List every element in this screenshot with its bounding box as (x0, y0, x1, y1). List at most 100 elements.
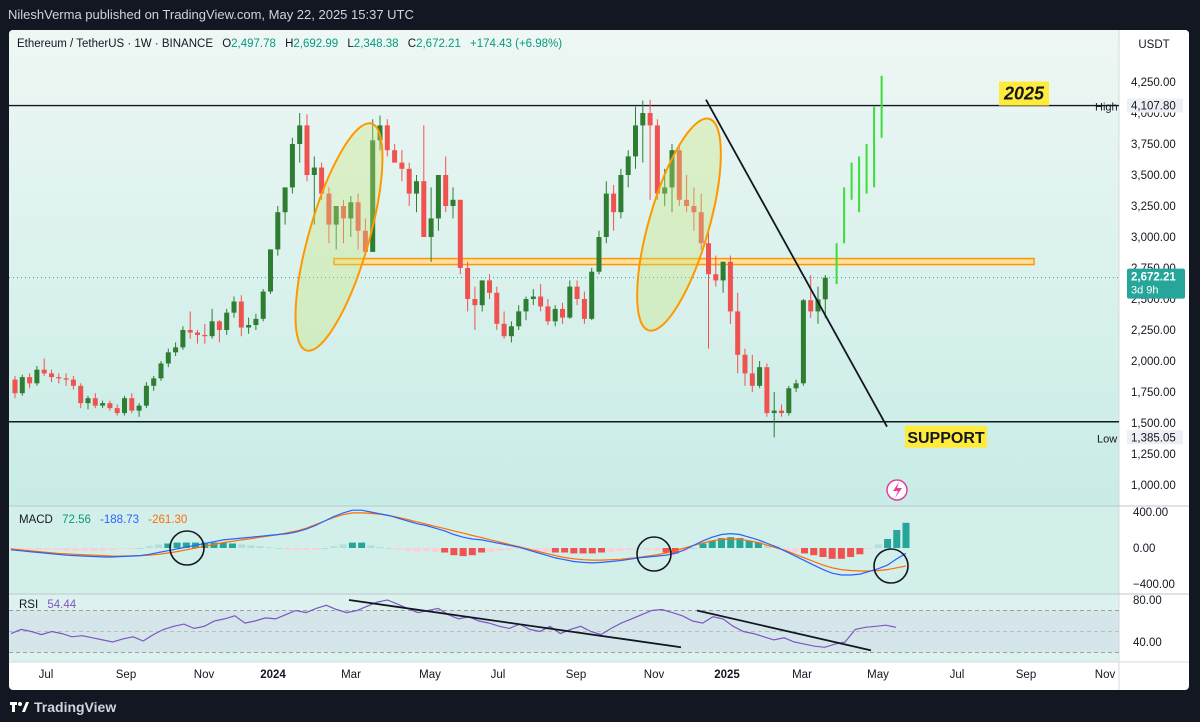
candle-body (538, 296, 544, 307)
high-label: H (285, 38, 293, 50)
candle-body (107, 403, 113, 409)
candle-body (173, 347, 179, 353)
macd-histogram-bar (25, 548, 33, 550)
macd-histogram-bar (81, 548, 89, 551)
candle-body (202, 334, 208, 337)
candle-body (611, 193, 617, 213)
rsi-label: RSI (19, 599, 38, 611)
macd-histogram-bar (865, 548, 873, 549)
candle-body (494, 292, 500, 324)
price-tick-label: 1,000.00 (1131, 480, 1176, 492)
macd-histogram-bar (847, 548, 855, 557)
candle-body (289, 144, 295, 188)
macd-histogram-bar (902, 522, 910, 548)
candle-body (187, 330, 193, 333)
macd-tick-label: −400.00 (1133, 579, 1175, 591)
symbol-title: Ethereum / TetherUS · 1W · BINANCE (17, 38, 213, 50)
candle-body (435, 175, 441, 219)
macd-histogram-bar (293, 548, 301, 550)
candle-body (545, 306, 551, 322)
macd-histogram-bar (53, 548, 61, 550)
candle-body (530, 296, 536, 299)
macd-histogram-bar (127, 548, 135, 549)
price-tick-label: 2,000.00 (1131, 356, 1176, 368)
macd-histogram-bar (99, 548, 107, 551)
candle-body (129, 398, 135, 411)
low-label: Low (1097, 433, 1117, 445)
macd-histogram-bar (551, 548, 559, 553)
candle-body (560, 308, 565, 318)
candle-body (122, 398, 127, 414)
rsi-value: 54.44 (47, 599, 76, 611)
footer-bar: TradingView (0, 692, 1200, 722)
currency-label[interactable]: USDT (1138, 39, 1169, 51)
price-tick-label: 1,750.00 (1131, 387, 1176, 399)
macd-histogram-bar (819, 548, 827, 557)
candle-body (633, 125, 638, 157)
time-axis[interactable]: Jul Sep Nov 2024 Mar May Jul Sep Nov 2025 Mar May Ju… (39, 669, 1116, 681)
candle-body (713, 274, 719, 281)
macd-histogram-bar (478, 548, 486, 553)
macd-histogram-bar (653, 548, 661, 551)
high-value: 2,692.99 (293, 38, 338, 50)
candle-body (567, 286, 573, 318)
time-axis-label: Jul (491, 669, 506, 681)
open-label: O (222, 38, 231, 50)
macd-legend: MACD 72.56 -188.73 -261.30 (19, 514, 187, 526)
candle-body (552, 308, 558, 322)
macd-histogram-bar (247, 545, 255, 548)
candle-body (472, 299, 478, 306)
macd-histogram-bar (431, 548, 439, 552)
candle-body (19, 377, 25, 394)
macd-histogram-bar (35, 548, 43, 550)
time-axis-label: Nov (644, 669, 665, 681)
candle-body (180, 330, 186, 348)
chart-svg[interactable]: Ethereum / TetherUS · 1W · BINANCE O2,49… (9, 30, 1189, 690)
macd-histogram-bar (367, 545, 375, 548)
candle-body (479, 280, 485, 306)
macd-histogram-bar (422, 548, 430, 551)
candle-body (246, 325, 252, 328)
candle-body (209, 321, 215, 337)
candle-body (143, 385, 149, 406)
candle-body (428, 218, 434, 237)
macd-histogram-bar (570, 548, 578, 554)
candle-body (56, 377, 62, 379)
time-axis-label: Mar (341, 669, 361, 681)
macd-histogram-bar (828, 548, 836, 559)
candle-body (158, 363, 164, 379)
support-label: SUPPORT (907, 430, 985, 447)
macd-histogram-bar (385, 548, 393, 549)
candle-body (421, 181, 427, 237)
macd-tick-label: 0.00 (1133, 543, 1155, 555)
macd-histogram-bar (44, 548, 52, 550)
macd-histogram-bar (810, 548, 818, 556)
candle-body (465, 268, 471, 299)
candle-body (603, 193, 609, 237)
macd-histogram-bar (339, 544, 347, 548)
candle-body (596, 237, 602, 272)
candle-body (114, 408, 120, 414)
candle-body (297, 125, 303, 144)
macd-histogram-bar (90, 548, 98, 551)
candle-body (516, 311, 522, 327)
candle-body (757, 367, 763, 386)
time-axis-label: 2024 (260, 669, 286, 681)
macd-histogram-bar (542, 548, 550, 552)
time-axis-label: Jul (950, 669, 965, 681)
macd-histogram-bar (561, 548, 569, 553)
candle-body (311, 167, 317, 175)
macd-histogram-bar (588, 548, 596, 554)
candle-body (706, 243, 711, 275)
candle-body (85, 398, 91, 404)
time-axis-label: 2025 (714, 669, 740, 681)
candle-body (34, 369, 40, 384)
macd-histogram-bar (874, 544, 882, 548)
candle-body (195, 332, 200, 335)
rsi-tick-label: 40.00 (1133, 637, 1162, 649)
year-label: 2025 (1003, 84, 1045, 104)
candle-body (793, 383, 799, 389)
candle-body (27, 377, 33, 384)
tradingview-logo-icon (10, 702, 29, 712)
candle-body (640, 113, 646, 126)
